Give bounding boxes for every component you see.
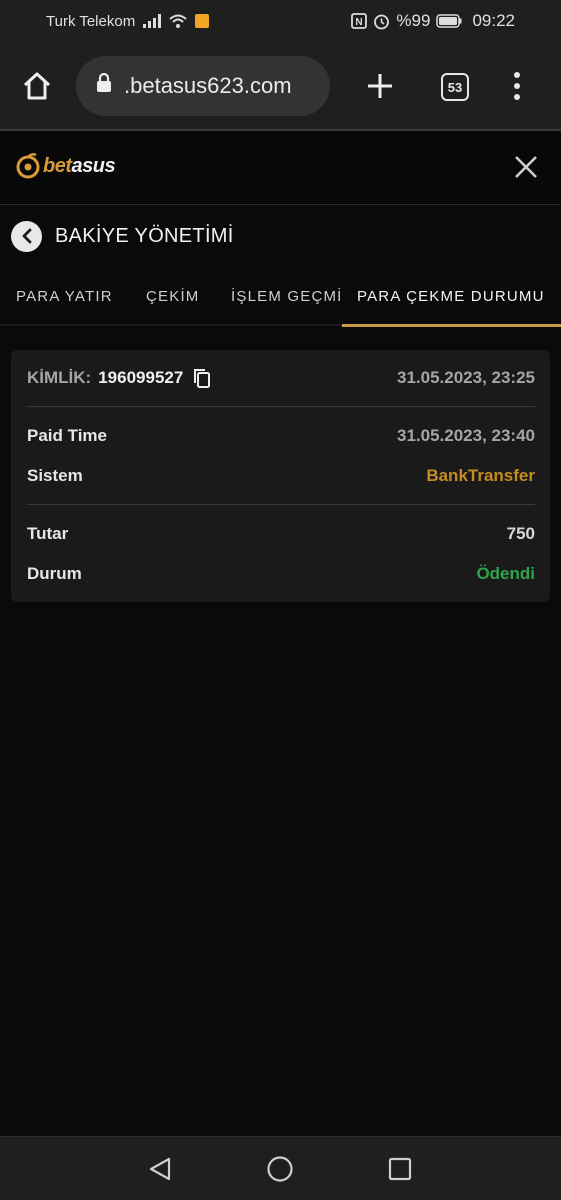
amount-value: 750: [506, 524, 535, 543]
tab-switcher-button[interactable]: 53: [441, 73, 469, 101]
tab-islem-gecmisi[interactable]: İŞLEM GEÇMİ: [231, 268, 343, 324]
paid-time-row: Paid Time 31.05.2023, 23:40: [27, 424, 535, 448]
nfc-icon: N: [351, 13, 368, 29]
copy-icon[interactable]: [193, 368, 211, 388]
address-bar[interactable]: .betasus623.com: [76, 56, 330, 116]
nav-home-button[interactable]: [266, 1155, 294, 1183]
status-bar: Turk Telekom N %99 09:22: [0, 0, 561, 42]
page-header: BAKİYE YÖNETİMİ: [0, 206, 561, 266]
home-button[interactable]: [20, 69, 54, 103]
amount-row: Tutar 750: [27, 522, 535, 546]
nav-back-button[interactable]: [146, 1155, 174, 1183]
nav-recents-button[interactable]: [386, 1155, 414, 1183]
new-tab-button[interactable]: [362, 68, 398, 104]
id-label: KİMLİK:: [27, 368, 92, 387]
status-row: Durum Ödendi: [27, 562, 535, 586]
close-button[interactable]: [513, 154, 539, 185]
lock-icon: [96, 72, 112, 99]
paid-time-value: 31.05.2023, 23:40: [396, 426, 535, 445]
browser-toolbar: .betasus623.com 53: [0, 42, 561, 130]
system-value: BankTransfer: [426, 466, 535, 485]
carrier-name: Turk Telekom: [46, 12, 136, 30]
active-tab-indicator: [342, 324, 561, 327]
site-logo[interactable]: betasus: [16, 153, 116, 179]
signal-icon: [143, 14, 162, 28]
system-row: Sistem BankTransfer: [27, 464, 535, 488]
logo-icon: [16, 153, 40, 179]
id-row: KİMLİK: 196099527 31.05.2023, 23:25: [27, 366, 535, 390]
status-right: N %99 09:22: [351, 11, 515, 31]
back-button[interactable]: [11, 220, 42, 252]
recents-square-icon: [388, 1157, 412, 1181]
alarm-icon: [373, 13, 390, 30]
home-icon: [23, 72, 51, 100]
logo-text-white: asus: [71, 154, 116, 177]
back-triangle-icon: [149, 1157, 171, 1181]
close-icon: [515, 156, 537, 178]
clock: 09:22: [472, 11, 515, 30]
created-date: 31.05.2023, 23:25: [396, 368, 535, 387]
plus-icon: [368, 74, 392, 98]
home-circle-icon: [267, 1156, 293, 1182]
amount-label: Tutar: [27, 524, 69, 543]
tab-para-yatir[interactable]: PARA YATIR: [16, 268, 113, 324]
id-value: 196099527: [98, 368, 184, 387]
wifi-icon: [169, 14, 187, 28]
battery-icon: [436, 14, 462, 28]
battery-percent: %99: [396, 11, 431, 30]
withdrawal-card: KİMLİK: 196099527 31.05.2023, 23:25 Paid…: [11, 350, 550, 602]
status-badge: Ödendi: [476, 564, 535, 583]
paid-time-label: Paid Time: [27, 426, 107, 445]
system-label: Sistem: [27, 466, 83, 485]
card-divider: [27, 406, 535, 407]
status-left: Turk Telekom: [46, 12, 210, 30]
system-nav-bar: [0, 1136, 561, 1200]
more-vert-icon[interactable]: [504, 68, 530, 104]
tab-bar: PARA YATIR ÇEKİM İŞLEM GEÇMİ PARA ÇEKME …: [0, 268, 561, 327]
tab-cekim[interactable]: ÇEKİM: [146, 268, 200, 324]
svg-text:N: N: [356, 17, 363, 28]
site-header: betasus: [0, 131, 561, 205]
page-title: BAKİYE YÖNETİMİ: [55, 224, 234, 247]
tab-count: 53: [447, 79, 463, 95]
logo-text-gold: bet: [43, 154, 72, 177]
tab-para-cekme-durumu[interactable]: PARA ÇEKME DURUMU: [357, 268, 545, 324]
card-divider: [27, 504, 535, 505]
chevron-left-icon: [22, 228, 31, 244]
status-label: Durum: [27, 564, 82, 583]
notification-icon: [195, 14, 210, 28]
url-text: .betasus623.com: [124, 73, 292, 98]
